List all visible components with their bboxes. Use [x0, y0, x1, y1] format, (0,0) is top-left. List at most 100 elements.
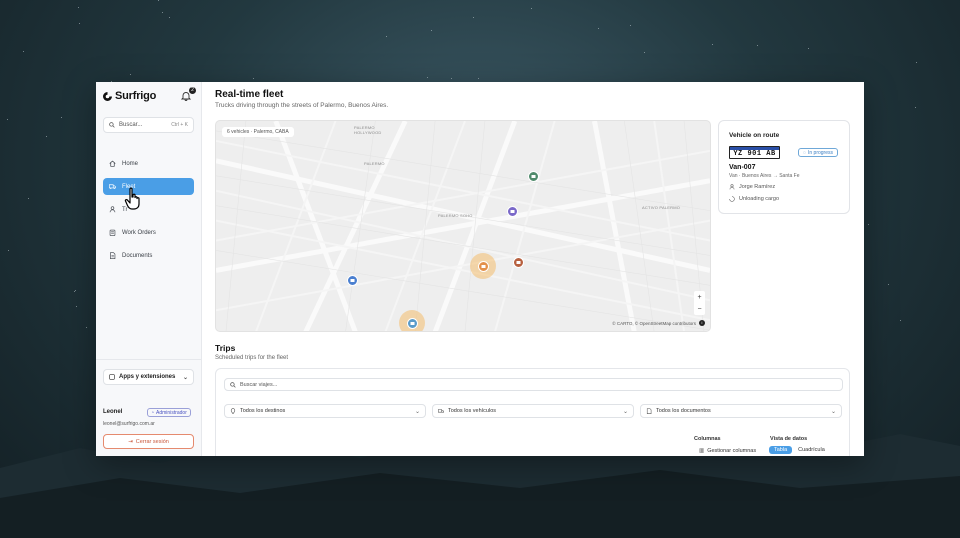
trips-search-input[interactable]: Buscar viajes... — [224, 378, 843, 391]
zoom-in-button[interactable]: + — [697, 294, 701, 301]
vehicle-marker[interactable] — [399, 310, 425, 331]
search-shortcut: Ctrl + K — [171, 122, 188, 128]
truck-marker-icon — [507, 206, 518, 217]
vehicle-card-title: Vehicle on route — [729, 132, 780, 139]
brand-name: Surfrigo — [115, 90, 157, 102]
star — [130, 73, 132, 75]
fleet-map[interactable]: 6 vehicles · Palermo, CABA PALERMO HOLLY… — [215, 120, 711, 332]
manage-columns-label: Gestionar columnas — [707, 448, 757, 454]
trips-search-placeholder: Buscar viajes... — [240, 381, 278, 388]
user-name: Leonel — [103, 409, 123, 415]
vehicle-marker[interactable] — [528, 171, 539, 182]
vehicle-marker[interactable] — [513, 257, 524, 268]
app-window: Surfrigo 2 Buscar... Ctrl + K Home Fleet… — [96, 82, 864, 456]
info-icon[interactable]: i — [699, 320, 705, 326]
loading-icon — [729, 196, 735, 202]
star — [887, 283, 889, 285]
license-plate: YZ 901 AB — [729, 146, 780, 159]
star — [643, 52, 645, 54]
truck-marker-icon — [347, 275, 358, 286]
star — [426, 76, 428, 78]
document-filter[interactable]: Todos los documentos ⌄ — [640, 404, 842, 418]
logout-button[interactable]: ⇥ Cerrar sesión — [103, 434, 194, 449]
star — [8, 249, 10, 251]
home-icon — [109, 160, 116, 167]
document-filter-value: Todos los documentos — [656, 408, 711, 414]
star — [76, 305, 78, 307]
search-placeholder: Buscar... — [119, 122, 143, 128]
progress-icon: ◌ — [803, 149, 806, 156]
star — [431, 29, 433, 31]
star — [73, 290, 75, 292]
star — [6, 118, 8, 120]
notification-badge: 2 — [189, 87, 196, 94]
truck-marker-icon — [513, 257, 524, 268]
star — [531, 7, 533, 9]
star — [75, 290, 77, 292]
page-title: Real-time fleet — [215, 89, 284, 100]
people-icon — [109, 206, 116, 213]
star — [168, 16, 170, 18]
star — [915, 107, 917, 109]
vehicle-marker[interactable] — [507, 206, 518, 217]
sidebar-search[interactable]: Buscar... Ctrl + K — [103, 117, 194, 133]
vehicle-filter-value: Todos los vehículos — [448, 408, 496, 414]
brand[interactable]: Surfrigo — [103, 90, 156, 102]
truck-marker-icon — [406, 317, 418, 329]
shield-icon: ◔ — [151, 409, 155, 416]
star — [45, 136, 47, 138]
role-badge: ◔ Administrador — [147, 408, 191, 417]
star — [473, 17, 475, 19]
zoom-out-button[interactable]: − — [697, 306, 701, 313]
sidebar-item-trips[interactable]: Tr — [103, 201, 194, 218]
user-email: leonel@surfrigo.com.ar — [103, 421, 155, 427]
map-zoom-controls: + − — [694, 291, 705, 315]
sidebar-item-documents[interactable]: Documents — [103, 247, 194, 264]
star — [868, 223, 870, 225]
search-icon — [230, 381, 236, 388]
map-roads — [216, 121, 710, 331]
apps-extensions-button[interactable]: Apps y extensiones ⌄ — [103, 369, 194, 385]
view-grid-button[interactable]: Cuadrícula — [795, 446, 828, 454]
map-vehicle-count-chip: 6 vehicles · Palermo, CABA — [222, 127, 294, 137]
puzzle-icon — [109, 374, 115, 380]
trips-subtitle: Scheduled trips for the fleet — [215, 355, 289, 361]
vehicle-marker-selected[interactable] — [470, 253, 496, 279]
destination-filter[interactable]: Todos los destinos ⌄ — [224, 404, 426, 418]
sidebar-item-label: Home — [122, 160, 139, 167]
sidebar-item-home[interactable]: Home — [103, 155, 194, 172]
logout-label: Cerrar sesión — [135, 438, 169, 445]
vehicle-card: Vehicle on route YZ 901 AB ◌ In progress… — [718, 120, 850, 214]
star — [386, 35, 388, 37]
state-label: Unloading cargo — [739, 196, 780, 202]
sidebar-item-fleet[interactable]: Fleet — [103, 178, 194, 195]
sidebar: Surfrigo 2 Buscar... Ctrl + K Home Fleet… — [96, 82, 202, 456]
chevron-down-icon: ⌄ — [830, 408, 836, 415]
role-label: Administrador — [156, 409, 187, 416]
page-subtitle: Trucks driving through the streets of Pa… — [215, 102, 389, 109]
sidebar-item-label: Work Orders — [122, 229, 156, 236]
manage-columns-button[interactable]: ▥ Gestionar columnas — [699, 448, 756, 454]
driver-name: Jorge Ramírez — [739, 184, 776, 190]
star — [79, 22, 81, 24]
vehicle-marker[interactable] — [347, 275, 358, 286]
star — [597, 28, 599, 30]
sidebar-item-work-orders[interactable]: Work Orders — [103, 224, 194, 241]
star — [477, 77, 479, 79]
apps-label: Apps y extensiones — [119, 374, 176, 380]
clipboard-icon — [109, 229, 116, 236]
location-pin-icon — [230, 408, 236, 414]
destination-filter-value: Todos los destinos — [240, 408, 286, 414]
truck-marker-icon — [477, 260, 489, 272]
view-table-button[interactable]: Tabla — [769, 446, 793, 454]
chevron-down-icon: ⌄ — [414, 408, 420, 415]
user-icon — [729, 184, 735, 190]
map-label-palermo-hollywood: PALERMO HOLLYWOOD — [354, 125, 382, 135]
chevron-down-icon: ⌄ — [622, 408, 628, 415]
trips-panel: Buscar viajes... Todos los destinos ⌄ To… — [215, 368, 850, 456]
chevron-down-icon: ⌄ — [182, 374, 188, 381]
status-label: In progress — [807, 149, 833, 156]
star — [61, 117, 63, 119]
vehicle-name: Van-007 — [729, 164, 756, 171]
vehicle-filter[interactable]: Todos los vehículos ⌄ — [432, 404, 634, 418]
